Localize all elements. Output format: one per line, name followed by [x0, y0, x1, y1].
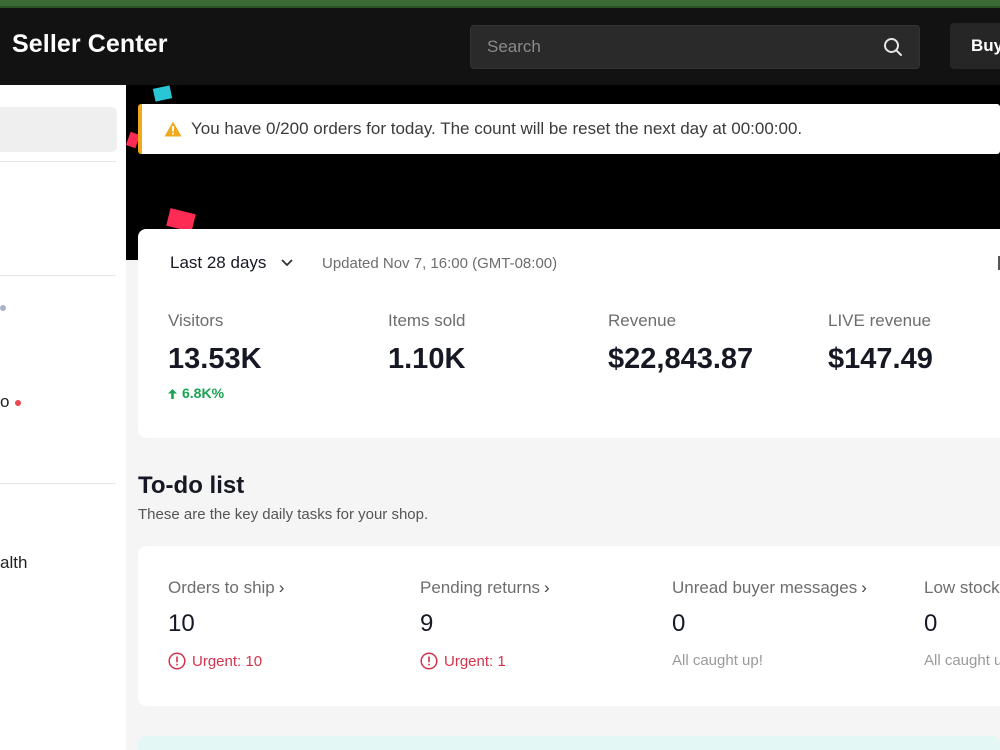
metric-value: $22,843.87 — [608, 343, 754, 375]
task-label-text: Unread buyer messages — [672, 578, 858, 597]
sidebar-item-active[interactable] — [0, 107, 117, 152]
task-status: Urgent: 1 — [420, 652, 550, 670]
search-box[interactable] — [470, 25, 920, 69]
metric-value: $147.49 — [828, 343, 933, 375]
buyer-center-button[interactable]: Buy — [950, 23, 1000, 69]
task-unread-messages[interactable]: Unread buyer messages › 0 All caught up! — [672, 578, 867, 669]
task-orders-to-ship[interactable]: Orders to ship › 10 Urgent: 10 — [168, 578, 284, 670]
last-updated-text: Updated Nov 7, 16:00 (GMT-08:00) — [322, 255, 558, 272]
task-status-text: All caught up! — [672, 652, 763, 669]
app-title: Seller Center — [12, 30, 168, 58]
task-count: 10 — [168, 610, 195, 637]
task-status-text: All caught up! — [924, 652, 1000, 669]
metric-label: Items sold — [388, 311, 466, 330]
task-label[interactable]: Low stock — [924, 578, 1000, 598]
sidebar-item-label[interactable]: alth — [0, 553, 27, 573]
metric-value: 13.53K — [168, 343, 262, 375]
sidebar: o alth — [0, 85, 126, 750]
sidebar-indicator-dot — [0, 305, 6, 311]
arrow-up-icon — [168, 389, 177, 399]
top-navigation-bar: Seller Center Buy — [0, 8, 1000, 85]
sidebar-divider — [0, 161, 116, 162]
confetti-shape — [152, 85, 173, 102]
metric-value: 1.10K — [388, 343, 466, 375]
chevron-right-icon: › — [278, 578, 285, 597]
task-low-stock[interactable]: Low stock 0 All caught up! — [924, 578, 1000, 669]
change-value: 6.8K% — [182, 385, 225, 401]
chevron-right-icon: › — [544, 578, 550, 597]
todo-subtitle: These are the key daily tasks for your s… — [138, 506, 429, 523]
metric-visitors[interactable]: Visitors 13.53K — [168, 311, 262, 376]
warning-icon — [164, 121, 182, 137]
chevron-right-icon: › — [861, 578, 867, 597]
metric-live-revenue[interactable]: LIVE revenue $147.49 — [828, 311, 933, 376]
sidebar-item-label[interactable]: o — [0, 392, 9, 412]
metric-label: LIVE revenue — [828, 311, 932, 330]
alert-circle-icon — [168, 652, 186, 670]
sidebar-divider — [0, 483, 116, 484]
task-label[interactable]: Orders to ship › — [168, 578, 284, 598]
search-icon[interactable] — [883, 37, 903, 57]
next-section-card — [138, 736, 1000, 750]
task-pending-returns[interactable]: Pending returns › 9 Urgent: 1 — [420, 578, 550, 670]
task-label-text: Orders to ship — [168, 578, 275, 597]
metric-label: Visitors — [168, 311, 224, 330]
shop-stats-card: Last 28 days Updated Nov 7, 16:00 (GMT-0… — [138, 229, 1000, 438]
order-limit-notice: You have 0/200 orders for today. The cou… — [138, 104, 1000, 154]
search-input[interactable] — [471, 26, 871, 68]
task-count: 0 — [672, 610, 686, 637]
task-count: 0 — [924, 610, 938, 637]
task-status: Urgent: 10 — [168, 652, 284, 670]
task-count: 9 — [420, 610, 434, 637]
task-status-text: Urgent: 1 — [444, 653, 506, 670]
task-label-text: Pending returns — [420, 578, 541, 597]
metric-revenue[interactable]: Revenue $22,843.87 — [608, 311, 753, 376]
top-accent-strip — [0, 0, 1000, 8]
task-label[interactable]: Unread buyer messages › — [672, 578, 867, 598]
sidebar-divider — [0, 275, 116, 276]
task-label-text: Low stock — [924, 578, 1000, 597]
notice-text: You have 0/200 orders for today. The cou… — [191, 119, 803, 138]
alert-circle-icon — [420, 652, 438, 670]
metric-label: Revenue — [608, 311, 677, 330]
metric-change: 6.8K% — [168, 385, 224, 401]
task-status-text: Urgent: 10 — [192, 653, 263, 670]
chevron-down-icon[interactable] — [280, 258, 294, 268]
task-label[interactable]: Pending returns › — [420, 578, 550, 598]
date-range-selector[interactable]: Last 28 days — [170, 253, 266, 273]
todo-card: Orders to ship › 10 Urgent: 10 Pending re… — [138, 546, 1000, 706]
metric-items-sold[interactable]: Items sold 1.10K — [388, 311, 465, 376]
todo-heading: To-do list — [138, 472, 245, 499]
notification-dot — [15, 400, 21, 406]
